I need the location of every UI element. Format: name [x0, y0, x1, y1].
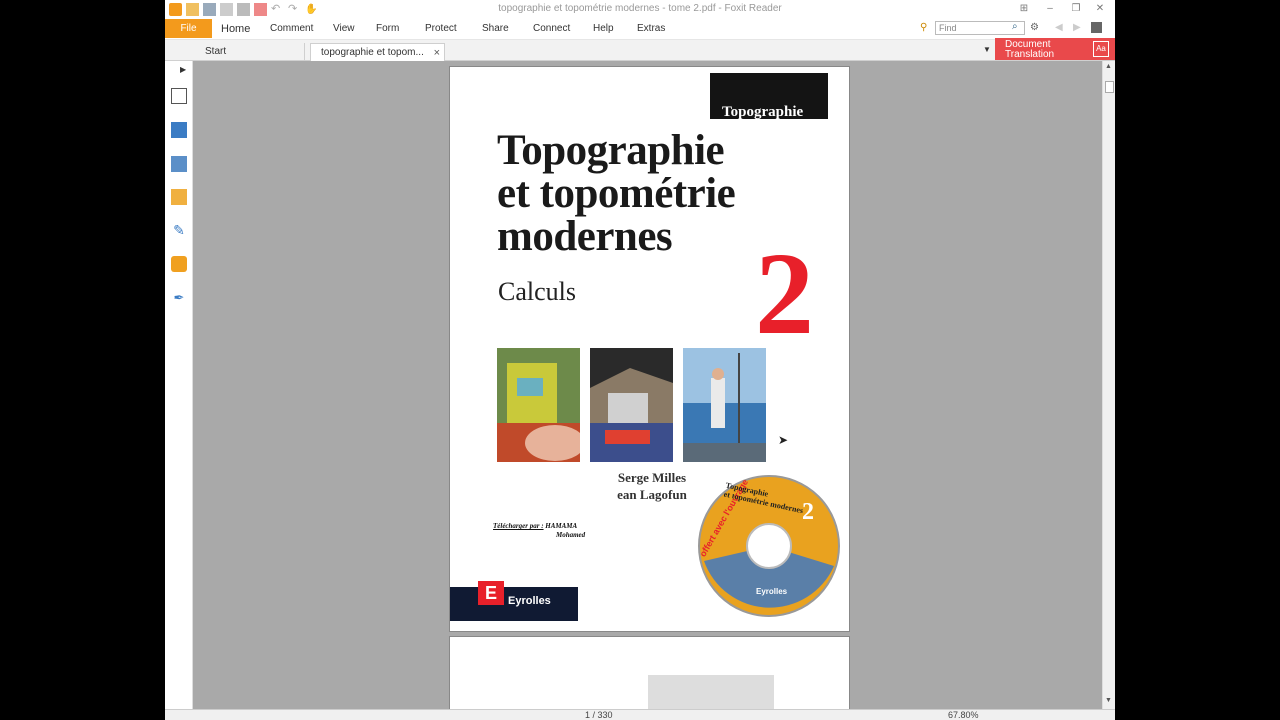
scroll-down-icon[interactable]: ▼: [1105, 697, 1112, 704]
tab-home[interactable]: Home: [221, 23, 250, 35]
cover-title-line-2: et topométrie: [497, 170, 736, 217]
tab-list-dropdown-icon[interactable]: ▼: [983, 45, 991, 54]
settings-icon[interactable]: ⚙: [1030, 22, 1039, 33]
layers-icon[interactable]: [171, 156, 187, 172]
cover-photo-field-work: [590, 348, 673, 462]
close-tab-icon[interactable]: ×: [434, 44, 440, 62]
document-view[interactable]: Topographie Topographie et topométrie mo…: [193, 61, 1102, 709]
cover-title-line-1: Topographie: [497, 127, 725, 174]
next-result-icon[interactable]: ▶: [1073, 22, 1081, 33]
previous-result-icon[interactable]: ◀: [1055, 22, 1063, 33]
signature-icon[interactable]: ✒: [171, 290, 187, 306]
tab-view[interactable]: View: [333, 23, 355, 34]
scroll-up-icon[interactable]: ▲: [1105, 63, 1112, 70]
tab-start[interactable]: Start: [195, 43, 305, 61]
tab-help[interactable]: Help: [593, 23, 614, 34]
tab-extras[interactable]: Extras: [637, 23, 665, 34]
close-button[interactable]: ✕: [1091, 2, 1109, 16]
tab-protect[interactable]: Protect: [425, 23, 457, 34]
cd-volume-number: 2: [802, 499, 814, 525]
foxit-reader-window: ↶ ↷ ✋ topographie et topométrie modernes…: [165, 0, 1115, 720]
pdf-page-2: [450, 637, 849, 709]
translate-icon: Aa: [1093, 41, 1109, 57]
document-tabs: Start topographie et topom... × ▼: [165, 40, 1115, 61]
publisher-logo-mark: E: [478, 581, 504, 605]
comments-icon[interactable]: [171, 189, 187, 205]
tab-connect[interactable]: Connect: [533, 23, 570, 34]
cover-badge: Topographie: [710, 73, 828, 119]
cover-subtitle: Calculs: [498, 277, 576, 306]
ribbon-toggle-icon[interactable]: ⊞: [1015, 2, 1033, 16]
mouse-cursor-icon: ➤: [778, 433, 789, 447]
tab-form[interactable]: Form: [376, 23, 399, 34]
page-indicator[interactable]: 1 / 330: [585, 710, 613, 720]
title-bar: ↶ ↷ ✋ topographie et topométrie modernes…: [165, 0, 1115, 19]
navigation-sidebar: ▶ ✎ ✒: [165, 61, 193, 720]
page-2-placeholder-block: [648, 675, 774, 709]
cover-volume-number: 2: [755, 228, 814, 359]
publisher-name: Eyrolles: [508, 595, 551, 607]
download-label: Télécharger par :: [493, 522, 544, 530]
restore-button[interactable]: ❐: [1067, 2, 1085, 16]
download-name-1: HAMAMA: [545, 522, 578, 530]
tab-document-label: topographie et topom...: [321, 47, 424, 58]
scrollbar-thumb[interactable]: [1105, 81, 1114, 93]
cover-cd-disc: offert avec l'ouvrage Topographie et top…: [694, 471, 844, 621]
document-translation-button[interactable]: Document Translation Aa: [995, 38, 1115, 60]
minimize-button[interactable]: –: [1041, 2, 1059, 16]
cover-photo-total-station: [497, 348, 580, 462]
publisher-logo: E Eyrolles: [450, 581, 578, 621]
search-icon[interactable]: ⌕: [1012, 21, 1018, 32]
security-lock-icon[interactable]: [171, 256, 187, 272]
cd-publisher: Eyrolles: [756, 587, 788, 596]
window-title: topographie et topométrie modernes - tom…: [498, 3, 782, 14]
user-icon[interactable]: [1091, 22, 1102, 33]
pdf-page-1: Topographie Topographie et topométrie mo…: [450, 67, 849, 631]
download-credit: Télécharger par : HAMAMA Mohamed: [493, 522, 585, 540]
file-menu-button[interactable]: File: [165, 19, 212, 38]
find-options-icon[interactable]: ⚲: [920, 22, 927, 33]
ribbon-menu: File Home Comment View Form Protect Shar…: [165, 19, 1115, 40]
attachment-icon[interactable]: ✎: [171, 222, 187, 238]
download-name-2: Mohamed: [556, 531, 586, 539]
page-thumbnails-icon[interactable]: [171, 88, 187, 104]
tab-comment[interactable]: Comment: [270, 23, 313, 34]
cover-photo-gps-surveyor: [683, 348, 766, 462]
status-bar: 1 / 330 67.80%: [165, 709, 1115, 720]
expand-sidebar-icon[interactable]: ▶: [180, 65, 186, 74]
tab-share[interactable]: Share: [482, 23, 509, 34]
vertical-scrollbar[interactable]: ▲ ▼: [1102, 61, 1115, 709]
zoom-level[interactable]: 67.80%: [948, 710, 979, 720]
pages-icon[interactable]: [171, 122, 187, 138]
tab-document[interactable]: topographie et topom... ×: [310, 43, 445, 61]
